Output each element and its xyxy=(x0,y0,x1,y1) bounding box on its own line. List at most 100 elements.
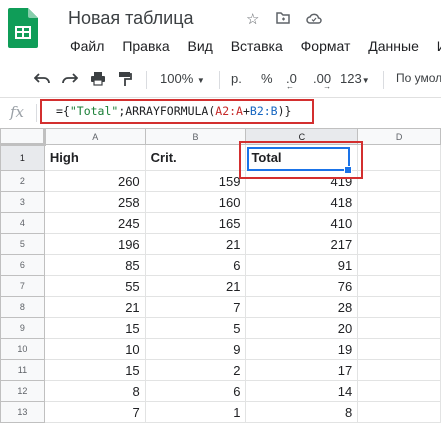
cell[interactable] xyxy=(357,317,441,339)
cell[interactable]: 245 xyxy=(43,212,146,234)
select-all-corner[interactable] xyxy=(0,128,46,146)
formula-input[interactable]: ={"Total";ARRAYFORMULA(A2:A+B2:B)} xyxy=(56,104,291,118)
row-header[interactable]: 8 xyxy=(0,296,45,318)
cell[interactable] xyxy=(357,380,441,402)
zoom-select[interactable]: 100% ▼ xyxy=(160,71,205,86)
document-title[interactable]: Новая таблица xyxy=(68,8,194,29)
cell[interactable]: 91 xyxy=(245,254,359,276)
row-header[interactable]: 1 xyxy=(0,144,45,171)
cloud-icon[interactable] xyxy=(306,11,322,28)
cell[interactable]: 6 xyxy=(144,380,247,402)
cell[interactable]: 410 xyxy=(245,212,359,234)
cell[interactable]: 76 xyxy=(245,275,359,297)
cell[interactable] xyxy=(357,254,441,276)
redo-icon[interactable] xyxy=(62,71,79,88)
cell[interactable]: 7 xyxy=(144,296,247,318)
more-formats-button[interactable]: 123▼ xyxy=(340,71,370,86)
sheets-logo-icon[interactable] xyxy=(8,8,38,48)
cell[interactable]: 217 xyxy=(245,233,359,255)
cell[interactable]: 196 xyxy=(43,233,146,255)
cell[interactable]: 6 xyxy=(144,254,247,276)
row-header[interactable]: 13 xyxy=(0,401,45,423)
cell[interactable] xyxy=(357,212,441,234)
row-header[interactable]: 12 xyxy=(0,380,45,402)
cell[interactable]: High xyxy=(43,144,146,171)
row-header[interactable]: 10 xyxy=(0,338,45,360)
cell[interactable]: 10 xyxy=(43,338,146,360)
column-header-a[interactable]: A xyxy=(43,128,146,145)
zoom-value: 100% xyxy=(160,71,194,86)
cell[interactable]: 55 xyxy=(43,275,146,297)
decrease-decimal-button[interactable]: .0 ← xyxy=(286,71,297,91)
row-header[interactable]: 3 xyxy=(0,191,45,213)
cell[interactable]: 15 xyxy=(43,359,146,381)
table-row: 7 55 21 76 xyxy=(0,275,441,297)
cell[interactable] xyxy=(357,296,441,318)
cell[interactable]: 165 xyxy=(144,212,247,234)
menu-insert[interactable]: Вставка xyxy=(231,38,283,54)
menu-view[interactable]: Вид xyxy=(188,38,213,54)
percent-format-button[interactable]: % xyxy=(261,71,273,86)
column-header-d[interactable]: D xyxy=(357,128,441,145)
table-row: 12 8 6 14 xyxy=(0,380,441,402)
cell[interactable]: 85 xyxy=(43,254,146,276)
cell[interactable]: 20 xyxy=(245,317,359,339)
column-header-b[interactable]: B xyxy=(144,128,247,145)
cell[interactable]: 159 xyxy=(144,170,247,192)
formula-prefix: ={ xyxy=(56,104,70,118)
cell[interactable] xyxy=(357,275,441,297)
menu-format[interactable]: Формат xyxy=(301,38,351,54)
menu-file[interactable]: Файл xyxy=(70,38,104,54)
cell[interactable] xyxy=(357,144,441,171)
print-icon[interactable] xyxy=(90,71,106,89)
cell[interactable]: 19 xyxy=(245,338,359,360)
cell[interactable]: 21 xyxy=(43,296,146,318)
undo-icon[interactable] xyxy=(33,71,50,88)
cell[interactable]: 160 xyxy=(144,191,247,213)
title-icons: ☆ xyxy=(246,10,334,28)
row-header[interactable]: 4 xyxy=(0,212,45,234)
cell[interactable] xyxy=(357,359,441,381)
star-icon[interactable]: ☆ xyxy=(246,11,259,28)
row-header[interactable]: 5 xyxy=(0,233,45,255)
cell[interactable]: 258 xyxy=(43,191,146,213)
font-select[interactable]: По умол xyxy=(396,71,441,85)
cell[interactable]: 8 xyxy=(43,380,146,402)
menu-data[interactable]: Данные xyxy=(368,38,419,54)
cell[interactable] xyxy=(357,233,441,255)
row-header[interactable]: 9 xyxy=(0,317,45,339)
cell[interactable]: Crit. xyxy=(144,144,247,171)
cell[interactable] xyxy=(357,401,441,423)
folder-icon[interactable] xyxy=(275,11,294,28)
row-header[interactable]: 6 xyxy=(0,254,45,276)
paint-format-icon[interactable] xyxy=(118,71,132,90)
cell[interactable]: 8 xyxy=(245,401,359,423)
cell[interactable]: 2 xyxy=(144,359,247,381)
cell[interactable]: 21 xyxy=(144,275,247,297)
fill-handle[interactable] xyxy=(344,166,352,174)
currency-format-button[interactable]: р. xyxy=(231,71,242,86)
table-row: 11 15 2 17 xyxy=(0,359,441,381)
cell[interactable]: 7 xyxy=(43,401,146,423)
cell[interactable]: 260 xyxy=(43,170,146,192)
cell[interactable]: 418 xyxy=(245,191,359,213)
cell[interactable] xyxy=(357,191,441,213)
cell[interactable]: 17 xyxy=(245,359,359,381)
menu-tools[interactable]: Ин xyxy=(437,38,441,54)
row-header[interactable]: 7 xyxy=(0,275,45,297)
increase-decimal-button[interactable]: .00 → xyxy=(313,71,331,91)
cell[interactable] xyxy=(357,170,441,192)
cell[interactable]: 5 xyxy=(144,317,247,339)
cell[interactable]: 14 xyxy=(245,380,359,402)
cell[interactable]: 21 xyxy=(144,233,247,255)
cell[interactable]: 28 xyxy=(245,296,359,318)
cell[interactable] xyxy=(357,338,441,360)
cell[interactable]: 15 xyxy=(43,317,146,339)
row-header[interactable]: 2 xyxy=(0,170,45,192)
menu-edit[interactable]: Правка xyxy=(122,38,169,54)
cell[interactable]: 9 xyxy=(144,338,247,360)
formula-annotation-box: ={"Total";ARRAYFORMULA(A2:A+B2:B)} xyxy=(40,99,314,124)
formula-range-a: A2:A xyxy=(215,104,243,118)
cell[interactable]: 1 xyxy=(144,401,247,423)
row-header[interactable]: 11 xyxy=(0,359,45,381)
